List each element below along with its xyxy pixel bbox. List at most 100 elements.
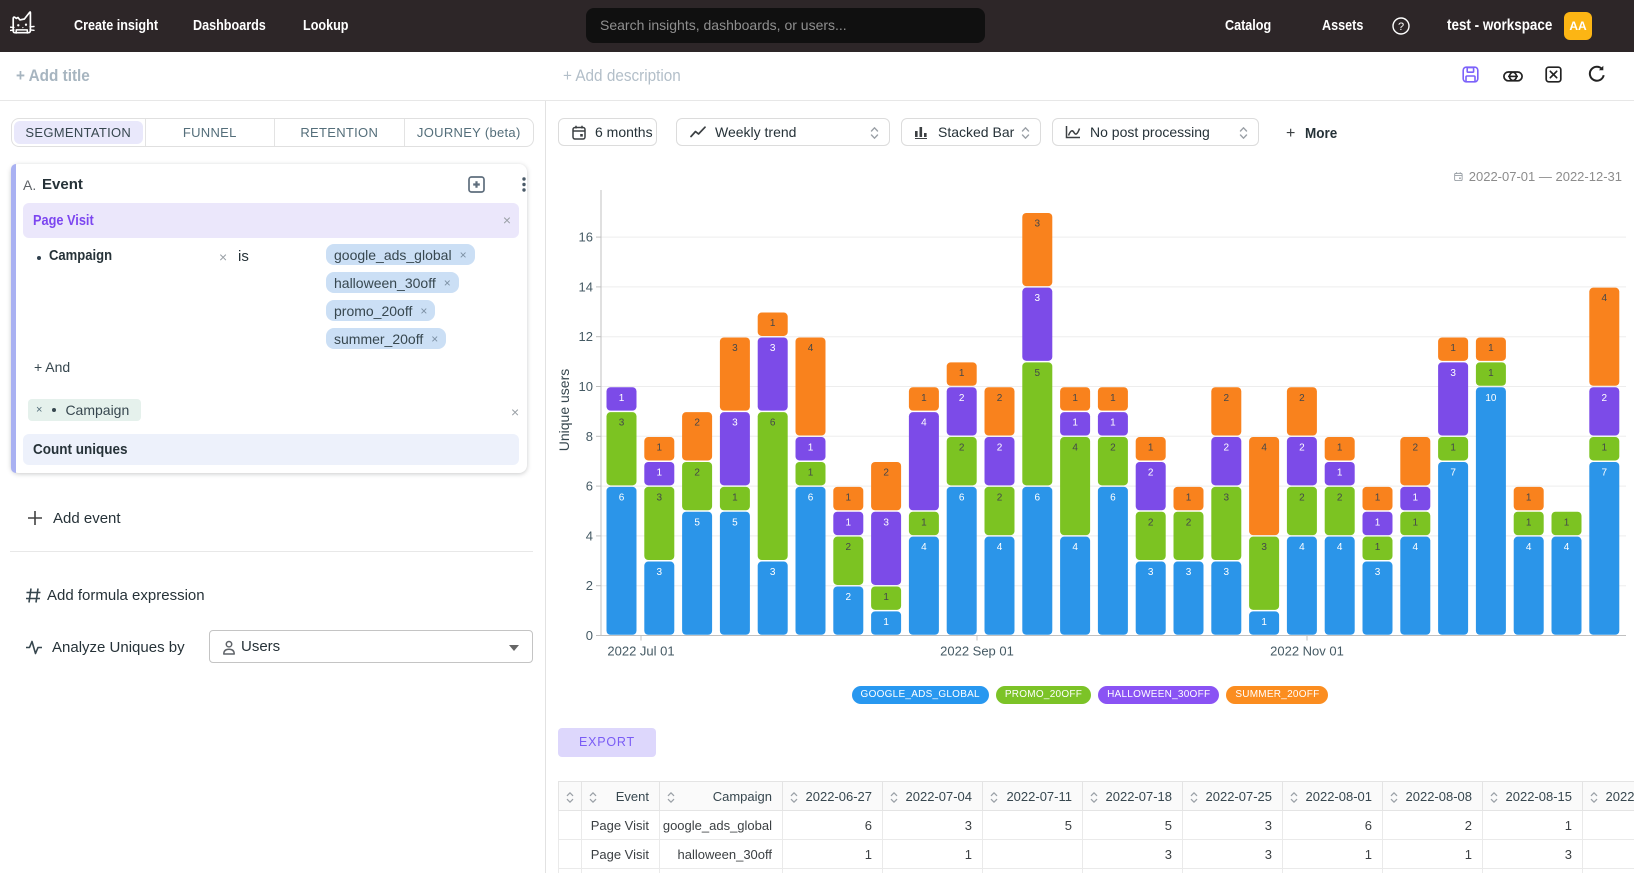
svg-text:1: 1 bbox=[619, 393, 625, 404]
svg-text:7: 7 bbox=[1602, 467, 1608, 478]
svg-text:2: 2 bbox=[1299, 492, 1305, 503]
svg-text:1: 1 bbox=[1450, 443, 1456, 454]
svg-text:2: 2 bbox=[1148, 517, 1154, 528]
svg-text:2: 2 bbox=[997, 492, 1003, 503]
svg-text:3: 3 bbox=[732, 343, 738, 354]
svg-text:1: 1 bbox=[1413, 517, 1419, 528]
svg-text:6: 6 bbox=[1110, 492, 1116, 503]
svg-text:4: 4 bbox=[1299, 542, 1305, 553]
svg-text:?: ? bbox=[1398, 21, 1404, 33]
svg-text:1: 1 bbox=[1488, 368, 1494, 379]
svg-text:2: 2 bbox=[1413, 443, 1419, 454]
svg-text:3: 3 bbox=[770, 343, 776, 354]
svg-text:10: 10 bbox=[579, 379, 593, 394]
svg-text:3: 3 bbox=[1035, 293, 1041, 304]
svg-text:1: 1 bbox=[657, 443, 663, 454]
svg-text:4: 4 bbox=[921, 418, 927, 429]
svg-text:5: 5 bbox=[732, 517, 738, 528]
svg-text:1: 1 bbox=[1110, 418, 1116, 429]
svg-text:3: 3 bbox=[1375, 567, 1381, 578]
svg-text:1: 1 bbox=[770, 318, 776, 329]
svg-text:2: 2 bbox=[959, 443, 965, 454]
svg-text:3: 3 bbox=[657, 492, 663, 503]
svg-text:1: 1 bbox=[1526, 517, 1532, 528]
svg-text:4: 4 bbox=[1072, 542, 1078, 553]
svg-text:6: 6 bbox=[1035, 492, 1041, 503]
svg-text:1: 1 bbox=[1488, 343, 1494, 354]
svg-text:2: 2 bbox=[1110, 443, 1116, 454]
svg-text:3: 3 bbox=[1035, 218, 1041, 229]
svg-text:1: 1 bbox=[1375, 492, 1381, 503]
svg-text:2: 2 bbox=[1186, 517, 1192, 528]
svg-text:1: 1 bbox=[1526, 492, 1532, 503]
svg-text:2: 2 bbox=[1337, 492, 1343, 503]
svg-text:2: 2 bbox=[1602, 393, 1608, 404]
svg-text:1: 1 bbox=[1110, 393, 1116, 404]
svg-text:2: 2 bbox=[997, 393, 1003, 404]
svg-text:3: 3 bbox=[1224, 567, 1230, 578]
svg-text:4: 4 bbox=[1261, 443, 1267, 454]
svg-text:1: 1 bbox=[1564, 517, 1570, 528]
svg-text:4: 4 bbox=[1337, 542, 1343, 553]
svg-text:3: 3 bbox=[732, 418, 738, 429]
svg-text:1: 1 bbox=[1072, 393, 1078, 404]
svg-text:4: 4 bbox=[1564, 542, 1570, 553]
svg-text:1: 1 bbox=[732, 492, 738, 503]
svg-text:2022 Sep 01: 2022 Sep 01 bbox=[940, 644, 1014, 659]
svg-text:2022 Jul 01: 2022 Jul 01 bbox=[607, 644, 674, 659]
svg-text:4: 4 bbox=[921, 542, 927, 553]
svg-text:5: 5 bbox=[694, 517, 700, 528]
svg-text:2022 Nov 01: 2022 Nov 01 bbox=[1270, 644, 1344, 659]
svg-text:2: 2 bbox=[694, 418, 700, 429]
svg-text:2: 2 bbox=[883, 467, 889, 478]
svg-text:2: 2 bbox=[1299, 393, 1305, 404]
svg-text:8: 8 bbox=[586, 429, 593, 444]
svg-text:4: 4 bbox=[1526, 542, 1532, 553]
svg-text:5: 5 bbox=[1035, 368, 1041, 379]
svg-text:3: 3 bbox=[657, 567, 663, 578]
svg-text:3: 3 bbox=[1450, 368, 1456, 379]
svg-text:10: 10 bbox=[1485, 393, 1497, 404]
svg-text:2: 2 bbox=[1148, 467, 1154, 478]
svg-text:4: 4 bbox=[586, 528, 593, 543]
svg-text:1: 1 bbox=[1072, 418, 1078, 429]
svg-text:3: 3 bbox=[1186, 567, 1192, 578]
svg-text:1: 1 bbox=[1413, 492, 1419, 503]
svg-text:1: 1 bbox=[1450, 343, 1456, 354]
svg-text:1: 1 bbox=[1186, 492, 1192, 503]
svg-text:1: 1 bbox=[1261, 617, 1267, 628]
svg-text:1: 1 bbox=[1375, 517, 1381, 528]
svg-text:2: 2 bbox=[586, 578, 593, 593]
svg-text:4: 4 bbox=[808, 343, 814, 354]
svg-text:3: 3 bbox=[1261, 542, 1267, 553]
svg-text:1: 1 bbox=[846, 492, 852, 503]
svg-text:1: 1 bbox=[1337, 467, 1343, 478]
svg-text:6: 6 bbox=[808, 492, 814, 503]
svg-text:4: 4 bbox=[1413, 542, 1419, 553]
svg-text:1: 1 bbox=[657, 467, 663, 478]
svg-text:6: 6 bbox=[959, 492, 965, 503]
svg-text:2: 2 bbox=[959, 393, 965, 404]
svg-text:1: 1 bbox=[808, 443, 814, 454]
svg-text:1: 1 bbox=[1375, 542, 1381, 553]
svg-text:12: 12 bbox=[579, 329, 593, 344]
svg-text:3: 3 bbox=[1148, 567, 1154, 578]
svg-text:1: 1 bbox=[883, 617, 889, 628]
svg-text:2: 2 bbox=[997, 443, 1003, 454]
svg-text:3: 3 bbox=[770, 567, 776, 578]
svg-text:4: 4 bbox=[1072, 443, 1078, 454]
svg-text:1: 1 bbox=[1148, 443, 1154, 454]
svg-text:4: 4 bbox=[997, 542, 1003, 553]
svg-text:2: 2 bbox=[846, 592, 852, 603]
svg-text:6: 6 bbox=[619, 492, 625, 503]
svg-text:1: 1 bbox=[959, 368, 965, 379]
svg-text:0: 0 bbox=[586, 628, 593, 643]
svg-text:1: 1 bbox=[808, 467, 814, 478]
svg-text:7: 7 bbox=[1450, 467, 1456, 478]
svg-text:2: 2 bbox=[1224, 443, 1230, 454]
svg-text:3: 3 bbox=[883, 517, 889, 528]
svg-text:Unique users: Unique users bbox=[556, 369, 572, 452]
svg-text:16: 16 bbox=[579, 230, 593, 245]
svg-text:14: 14 bbox=[579, 279, 593, 294]
svg-text:2: 2 bbox=[1299, 443, 1305, 454]
